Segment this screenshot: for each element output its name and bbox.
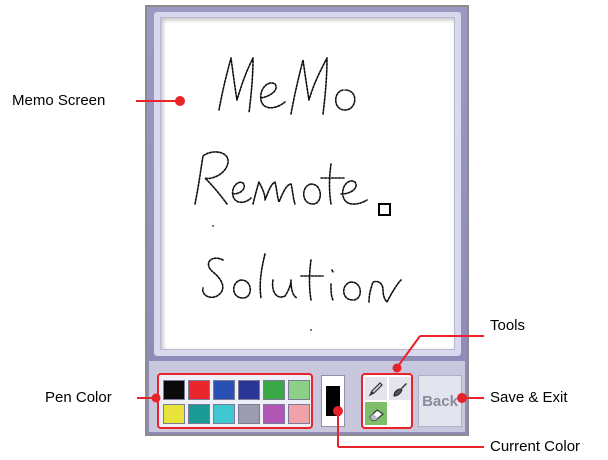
label-save-exit: Save & Exit	[490, 389, 568, 406]
label-tools: Tools	[490, 317, 526, 334]
label-pen-color: Pen Color	[45, 389, 112, 406]
label-memo-screen: Memo Screen	[12, 92, 106, 109]
label-current-color: Current Color	[490, 438, 581, 455]
